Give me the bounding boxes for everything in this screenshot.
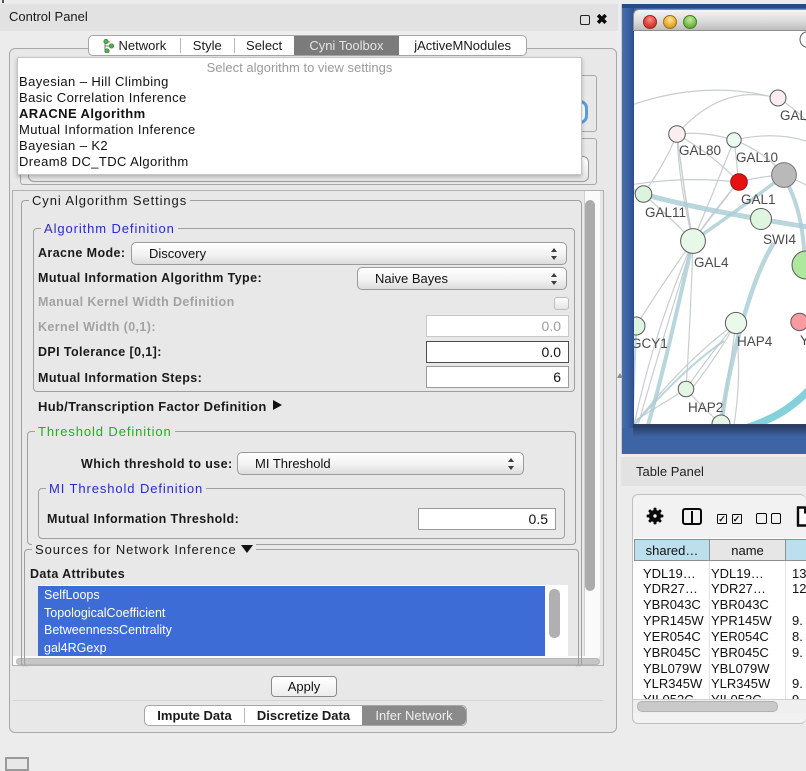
svg-text:GAL11: GAL11: [645, 205, 686, 220]
svg-text:SWI4: SWI4: [763, 232, 796, 247]
svg-text:GAL1: GAL1: [741, 192, 776, 207]
svg-text:Y: Y: [800, 333, 806, 348]
svg-text:GAL7: GAL7: [780, 108, 806, 123]
svg-text:GAL80: GAL80: [679, 143, 721, 158]
svg-text:HAP4: HAP4: [737, 334, 773, 349]
svg-text:GAL10: GAL10: [736, 150, 778, 165]
svg-text:HAP2: HAP2: [688, 400, 723, 415]
svg-text:GAL4: GAL4: [694, 255, 729, 270]
svg-text:GCY1: GCY1: [634, 336, 668, 351]
